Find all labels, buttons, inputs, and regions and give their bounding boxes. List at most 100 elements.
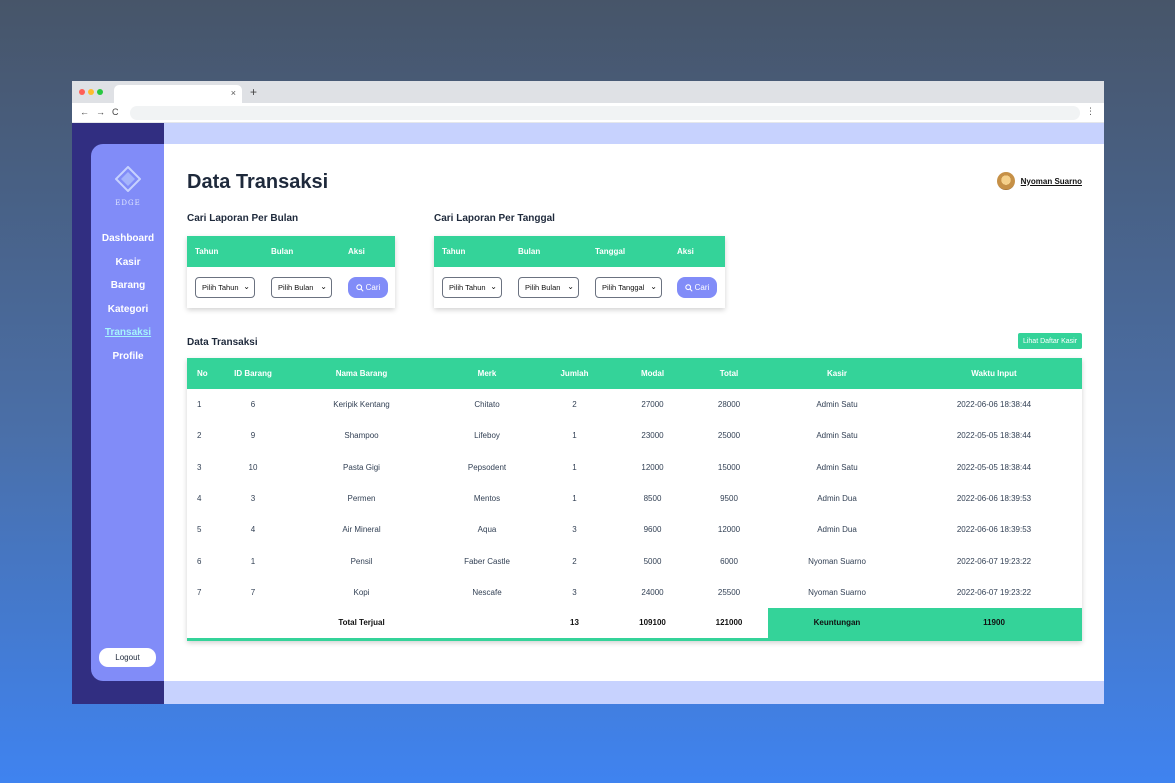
chevron-down-icon: ⌄ [490, 282, 497, 291]
button-label: Cari [365, 283, 381, 292]
button-label: Cari [694, 283, 710, 292]
app-viewport: EDGE Dashboard Kasir Barang Kategori Tra… [72, 123, 1104, 704]
user-profile[interactable]: Nyoman Suarno [996, 172, 1082, 190]
table-cell: Pasta Gigi [343, 462, 380, 472]
table-cell: Aqua [477, 525, 497, 535]
keuntungan-value: 11900 [906, 608, 1082, 641]
search-icon [355, 283, 364, 292]
table-cell: 3 [197, 462, 202, 472]
table-cell: Chitato [474, 400, 500, 410]
table-row: 5 4 Air Mineral Aqua 3 9600 12000 Admin Dua 2022… [187, 514, 1082, 545]
select-value: Pilih Bulan [525, 283, 561, 292]
table-cell: 3 [572, 525, 577, 535]
table-cell: 2022-05-05 18:38:44 [956, 431, 1032, 441]
column-header: Kasir [768, 358, 906, 389]
chevron-down-icon: ⌄ [320, 282, 327, 291]
url-input[interactable] [130, 106, 1080, 120]
sidebar-item-transaksi[interactable]: Transaksi [91, 321, 165, 345]
minimize-window-dot[interactable] [88, 89, 94, 95]
date-day-select[interactable]: Pilih Tanggal ⌄ [595, 277, 662, 298]
table-cell: 12000 [641, 462, 664, 472]
search-date-button[interactable]: Cari [677, 277, 717, 298]
chevron-down-icon: ⌄ [243, 282, 250, 291]
table-cell: 6 [197, 556, 202, 566]
browser-tab[interactable]: × [114, 85, 242, 103]
avatar[interactable] [996, 172, 1015, 190]
month-select[interactable]: Pilih Bulan ⌄ [271, 277, 332, 298]
transactions-table: No ID Barang Nama Barang Merk Jumlah Mod… [187, 358, 1082, 641]
table-row: 2 9 Shampoo Lifeboy 1 23000 25000 Admin Satu 202… [187, 420, 1082, 451]
column-header: Nama Barang [283, 358, 440, 389]
column-header: Merk [440, 358, 534, 389]
table-cell: 10 [248, 462, 258, 472]
search-date-card: Tahun Bulan Tanggal Aksi Pilih Tahun ⌄ P… [434, 236, 725, 308]
browser-tab-bar: × + [72, 81, 1104, 103]
sidebar-item-dashboard[interactable]: Dashboard [91, 227, 165, 251]
table-cell: 2 [572, 556, 577, 566]
table-cell: 28000 [717, 400, 741, 410]
table-cell: 25500 [717, 587, 741, 597]
table-cell: Shampoo [344, 431, 379, 441]
table-cell: Nescafe [472, 587, 502, 597]
table-cell: 23000 [641, 431, 664, 441]
table-row: 3 10 Pasta Gigi Pepsodent 1 12000 15000 Admin S… [187, 452, 1082, 483]
table-cell: 2022-06-06 18:38:44 [956, 400, 1032, 410]
table-cell: 9 [250, 431, 256, 441]
search-date-header: Tahun Bulan Tanggal Aksi [434, 236, 725, 267]
table-cell: 2022-06-06 18:39:53 [956, 494, 1032, 504]
column-header: Total [690, 358, 768, 389]
total-jumlah: 13 [534, 608, 615, 641]
table-cell: Nyoman Suarno [808, 556, 866, 566]
table-cell: 3 [572, 587, 577, 597]
table-row: 1 6 Keripik Kentang Chitato 2 27000 28000 Admin… [187, 389, 1082, 420]
table-cell: Pepsodent [467, 462, 507, 472]
table-cell: Admin Satu [816, 431, 858, 441]
close-tab-icon[interactable]: × [231, 88, 236, 98]
logout-button[interactable]: Logout [99, 648, 156, 667]
date-year-select[interactable]: Pilih Tahun ⌄ [442, 277, 502, 298]
address-bar: ← → C ⋮ [72, 103, 1104, 123]
maximize-window-dot[interactable] [97, 89, 103, 95]
select-value: Pilih Tanggal [602, 283, 645, 292]
month-year-select[interactable]: Pilih Tahun ⌄ [195, 277, 255, 298]
column-header: Modal [615, 358, 690, 389]
sidebar-item-profile[interactable]: Profile [91, 345, 165, 369]
view-kasir-list-button[interactable]: Lihat Daftar Kasir [1018, 333, 1082, 349]
table-cell: 1 [572, 494, 577, 504]
table-cell: 15000 [717, 462, 741, 472]
reload-icon[interactable]: C [112, 107, 119, 117]
close-window-dot[interactable] [79, 89, 85, 95]
table-cell: 2 [197, 431, 202, 441]
table-cell: 7 [250, 587, 256, 597]
total-modal: 109100 [615, 608, 690, 641]
sidebar: EDGE Dashboard Kasir Barang Kategori Tra… [91, 144, 165, 681]
sidebar-item-kasir[interactable]: Kasir [91, 251, 165, 275]
page-title: Data Transaksi [187, 171, 329, 193]
column-header: Jumlah [534, 358, 615, 389]
header-aksi: Aksi [348, 247, 365, 256]
back-icon[interactable]: ← [80, 107, 89, 117]
table-cell: 4 [250, 525, 256, 535]
table-cell: Admin Satu [816, 462, 858, 472]
sidebar-item-barang[interactable]: Barang [91, 274, 165, 298]
browser-menu-icon[interactable]: ⋮ [1086, 106, 1095, 117]
search-icon [684, 283, 693, 292]
edge-logo-icon [115, 166, 141, 192]
date-month-select[interactable]: Pilih Bulan ⌄ [518, 277, 579, 298]
sidebar-item-kategori[interactable]: Kategori [91, 298, 165, 322]
user-name-link[interactable]: Nyoman Suarno [1021, 177, 1082, 186]
table-cell: 3 [250, 494, 256, 504]
header-tanggal: Tanggal [595, 247, 626, 256]
table-cell: 6000 [720, 556, 738, 566]
header-bulan: Bulan [518, 247, 541, 256]
table-cell: 1 [572, 462, 577, 472]
table-cell: Mentos [473, 494, 501, 504]
table-row: 4 3 Permen Mentos 1 8500 9500 Admin Dua 2022-06-… [187, 483, 1082, 514]
table-cell: Kopi [353, 587, 370, 597]
search-month-button[interactable]: Cari [348, 277, 388, 298]
new-tab-icon[interactable]: + [250, 85, 257, 99]
table-cell: Nyoman Suarno [808, 587, 866, 597]
forward-icon[interactable]: → [96, 107, 105, 117]
table-cell: 9500 [720, 494, 738, 504]
header-bulan: Bulan [271, 247, 294, 256]
